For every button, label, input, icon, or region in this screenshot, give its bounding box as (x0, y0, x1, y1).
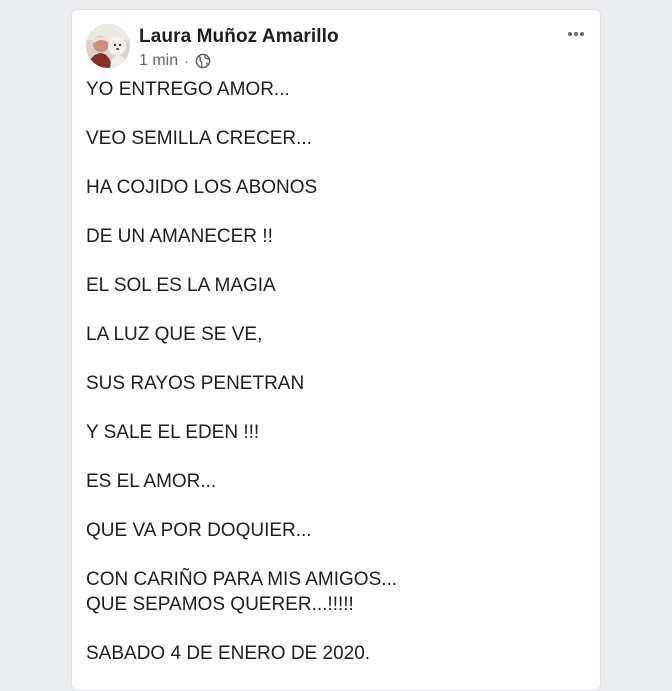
post-line: QUE SEPAMOS QUERER...!!!!! (86, 593, 354, 615)
avatar[interactable] (86, 24, 130, 68)
post-line: EL SOL ES LA MAGIA (86, 275, 276, 296)
post-line: SUS RAYOS PENETRAN (86, 373, 305, 394)
post-line: ES EL AMOR... (86, 471, 217, 492)
more-options-button[interactable] (562, 26, 590, 42)
more-options-icon (568, 32, 584, 36)
avatar-photo (86, 24, 130, 68)
post-line: YO ENTREGO AMOR... (86, 79, 290, 100)
post-line: SABADO 4 DE ENERO DE 2020. (86, 642, 371, 664)
post-line: HA COJIDO LOS ABONOS (86, 177, 318, 198)
globe-icon[interactable] (195, 53, 211, 69)
post-line: VEO SEMILLA CRECER... (86, 128, 312, 149)
post-card: Laura Muñoz Amarillo 1 min · YO ENTREGO (72, 10, 600, 690)
post-line: Y SALE EL EDEN !!! (86, 422, 260, 443)
post-line: CON CARIÑO PARA MIS AMIGOS... (86, 569, 398, 590)
post-line: DE UN AMANECER !! (86, 226, 273, 247)
post-timestamp[interactable]: 1 min (139, 52, 178, 70)
post-header: Laura Muñoz Amarillo 1 min · (86, 24, 590, 70)
post-line: QUE VA POR DOQUIER... (86, 520, 312, 541)
post-meta: 1 min · (139, 52, 211, 70)
author-name[interactable]: Laura Muñoz Amarillo (139, 26, 339, 48)
meta-separator: · (184, 53, 189, 69)
post-line: LA LUZ QUE SE VE, (86, 324, 263, 345)
post-text: YO ENTREGO AMOR... VEO SEMILLA CRECER...… (86, 78, 586, 691)
